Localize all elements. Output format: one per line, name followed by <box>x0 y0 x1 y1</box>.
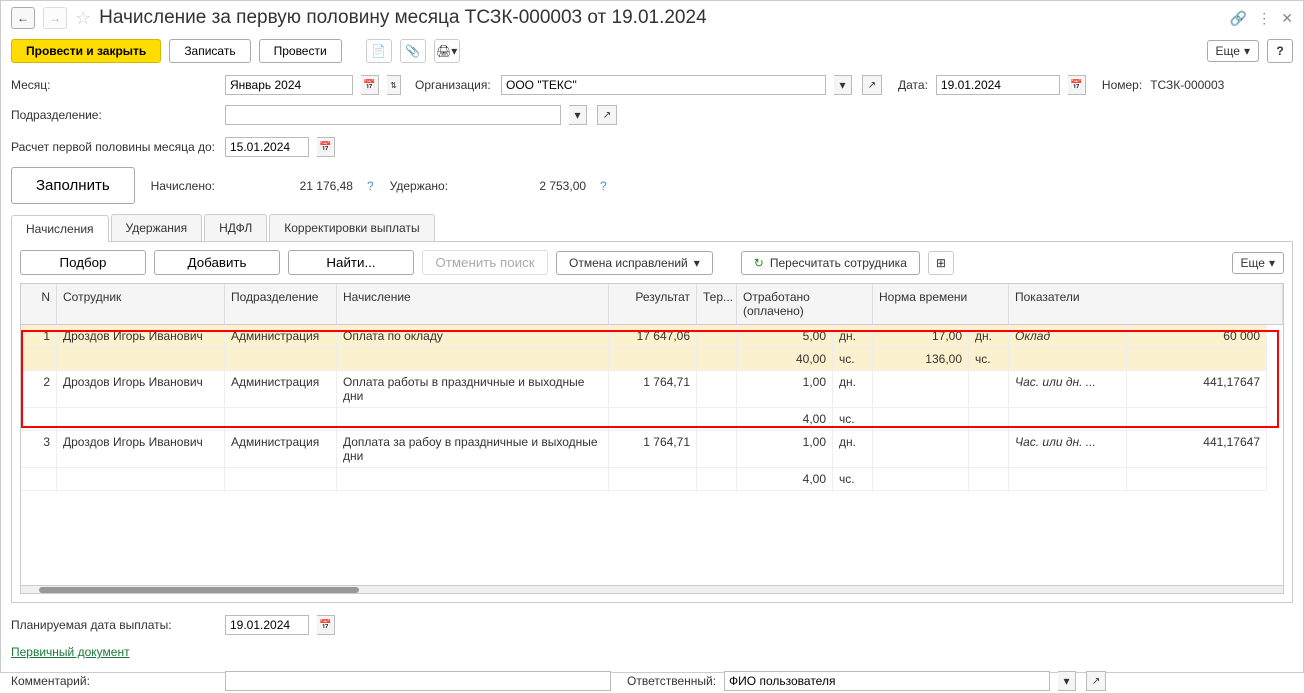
month-input[interactable] <box>225 75 353 95</box>
table-row[interactable]: 1 Дроздов Игорь Иванович Администрация О… <box>21 325 1283 348</box>
num-value: ТСЗК-000003 <box>1150 78 1250 92</box>
table-row[interactable]: 2 Дроздов Игорь Иванович Администрация О… <box>21 371 1283 408</box>
grid-more-button[interactable]: Еще ▾ <box>1232 252 1284 274</box>
tab-ndfl[interactable]: НДФЛ <box>204 214 267 241</box>
page-title: Начисление за первую половину месяца ТСЗ… <box>99 7 1222 29</box>
more-button[interactable]: Еще ▾ <box>1207 40 1259 62</box>
col-norm[interactable]: Норма времени <box>873 284 1009 324</box>
dept-label: Подразделение: <box>11 108 217 122</box>
recalc-button[interactable]: ↻Пересчитать сотрудника <box>741 251 920 275</box>
withheld-help-icon[interactable]: ? <box>600 179 607 193</box>
post-and-close-button[interactable]: Провести и закрыть <box>11 39 161 63</box>
responsible-label: Ответственный: <box>627 674 716 688</box>
dept-open-icon[interactable]: ↗ <box>597 105 617 125</box>
grid-settings-icon[interactable]: ⊞ <box>928 251 954 275</box>
tab-corrections[interactable]: Корректировки выплаты <box>269 214 434 241</box>
plan-date-input[interactable] <box>225 615 309 635</box>
responsible-dropdown-icon[interactable]: ▾ <box>1058 671 1076 691</box>
print-icon-button[interactable]: 🖨▾ <box>434 39 460 63</box>
month-spinner[interactable]: ⇅ <box>387 75 401 95</box>
nav-forward-button[interactable]: → <box>43 7 67 29</box>
date-input[interactable] <box>936 75 1060 95</box>
month-label: Месяц: <box>11 78 217 92</box>
col-department[interactable]: Подразделение <box>225 284 337 324</box>
tab-deductions[interactable]: Удержания <box>111 214 203 241</box>
col-employee[interactable]: Сотрудник <box>57 284 225 324</box>
dept-input[interactable] <box>225 105 561 125</box>
link-icon[interactable]: 🔗 <box>1230 10 1247 27</box>
table-row[interactable]: 4,00 чс. <box>21 468 1283 491</box>
col-result[interactable]: Результат <box>609 284 697 324</box>
withheld-value: 2 753,00 <box>456 177 592 195</box>
grid-scrollbar[interactable] <box>21 585 1283 593</box>
tab-accruals[interactable]: Начисления <box>11 215 109 242</box>
accrued-value: 21 176,48 <box>223 177 359 195</box>
find-button[interactable]: Найти... <box>288 250 414 275</box>
date-calendar-icon[interactable]: 📅 <box>1068 75 1086 95</box>
num-label: Номер: <box>1102 78 1142 92</box>
favorite-star-icon[interactable]: ☆ <box>75 8 91 29</box>
nav-back-button[interactable]: ← <box>11 7 35 29</box>
fill-button[interactable]: Заполнить <box>11 167 135 204</box>
col-n[interactable]: N <box>21 284 57 324</box>
org-input[interactable] <box>501 75 826 95</box>
col-accrual[interactable]: Начисление <box>337 284 609 324</box>
cancel-search-button[interactable]: Отменить поиск <box>422 250 548 275</box>
responsible-open-icon[interactable]: ↗ <box>1086 671 1106 691</box>
menu-dots-icon[interactable]: ⋮ <box>1257 10 1271 27</box>
calc-calendar-icon[interactable]: 📅 <box>317 137 335 157</box>
accrued-help-icon[interactable]: ? <box>367 179 374 193</box>
org-dropdown-icon[interactable]: ▾ <box>834 75 852 95</box>
comment-input[interactable] <box>225 671 611 691</box>
accrued-label: Начислено: <box>151 179 215 193</box>
accruals-grid: N Сотрудник Подразделение Начисление Рез… <box>20 283 1284 594</box>
primary-document-link[interactable]: Первичный документ <box>11 645 130 659</box>
close-icon[interactable]: ✕ <box>1281 10 1293 27</box>
col-indicators[interactable]: Показатели <box>1009 284 1283 324</box>
cancel-fix-button[interactable]: Отмена исправлений▾ <box>556 251 713 275</box>
plan-calendar-icon[interactable]: 📅 <box>317 615 335 635</box>
table-row[interactable]: 4,00 чс. <box>21 408 1283 431</box>
save-button[interactable]: Записать <box>169 39 250 63</box>
add-button[interactable]: Добавить <box>154 250 280 275</box>
pick-button[interactable]: Подбор <box>20 250 146 275</box>
org-label: Организация: <box>415 78 493 92</box>
post-button[interactable]: Провести <box>259 39 342 63</box>
dept-dropdown-icon[interactable]: ▾ <box>569 105 587 125</box>
col-territory[interactable]: Тер... <box>697 284 737 324</box>
col-worked[interactable]: Отработано (оплачено) <box>737 284 873 324</box>
calc-label: Расчет первой половины месяца до: <box>11 140 217 154</box>
date-label: Дата: <box>898 78 928 92</box>
month-calendar-icon[interactable]: 📅 <box>361 75 379 95</box>
responsible-input[interactable] <box>724 671 1050 691</box>
withheld-label: Удержано: <box>390 179 448 193</box>
attach-icon-button[interactable]: 📎 <box>400 39 426 63</box>
table-row[interactable]: 3 Дроздов Игорь Иванович Администрация Д… <box>21 431 1283 468</box>
org-open-icon[interactable]: ↗ <box>862 75 882 95</box>
plan-date-label: Планируемая дата выплаты: <box>11 618 217 632</box>
calc-date-input[interactable] <box>225 137 309 157</box>
table-row[interactable]: 40,00 чс. 136,00 чс. <box>21 348 1283 371</box>
comment-label: Комментарий: <box>11 674 217 688</box>
report-icon-button[interactable]: 📄 <box>366 39 392 63</box>
help-button[interactable]: ? <box>1267 39 1293 63</box>
